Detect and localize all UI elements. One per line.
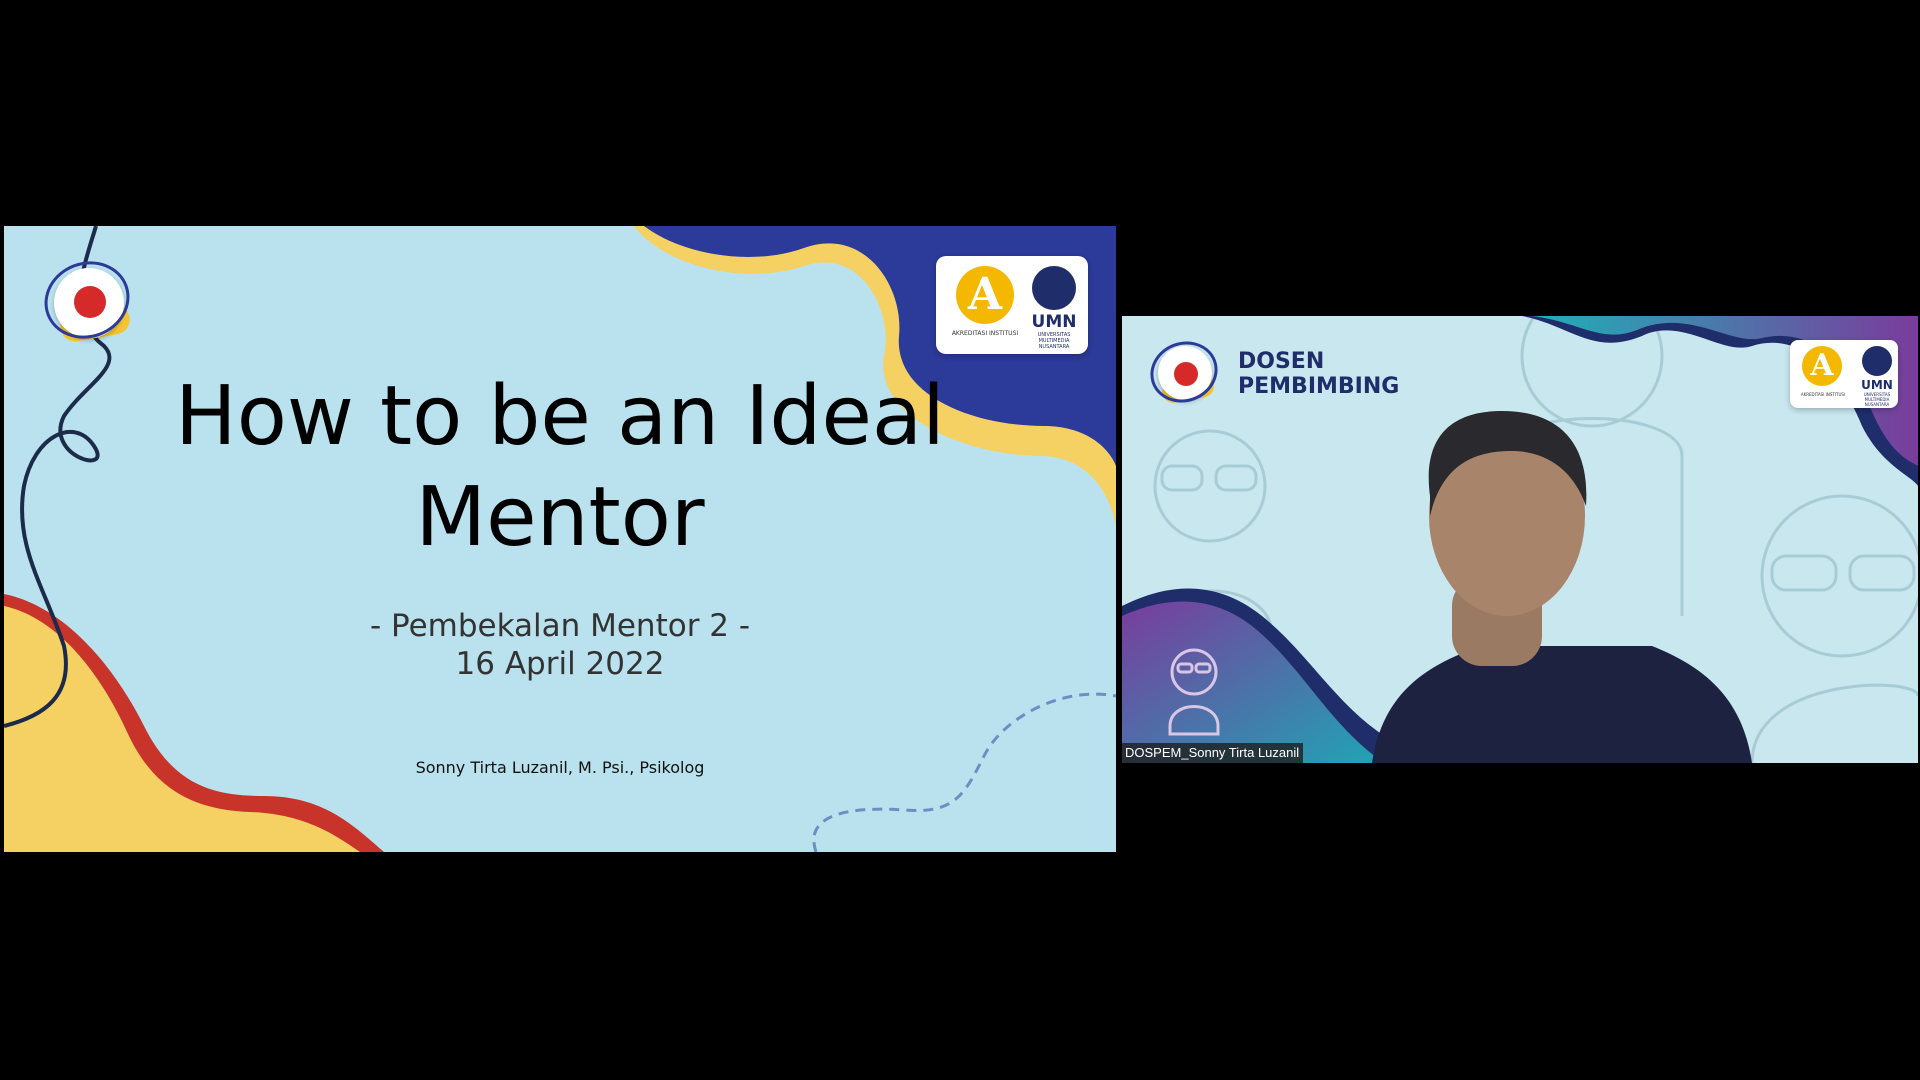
slide-presenter: Sonny Tirta Luzanil, M. Psi., Psikolog <box>415 758 705 777</box>
accreditation-label: AKREDITASI INSTITUSI <box>951 330 1019 337</box>
accreditation-badge: A <box>956 266 1014 324</box>
umn-full-name: UNIVERSITAS MULTIMEDIA NUSANTARA <box>1037 332 1071 350</box>
umn-logo-icon <box>1862 346 1892 376</box>
umn-short-name: UMN <box>1861 378 1893 392</box>
accreditation-label: AKREDITASI INSTITUSI <box>1800 392 1846 397</box>
slide-title: How to be an Ideal Mentor <box>4 366 1116 568</box>
shared-slide: A AKREDITASI INSTITUSI UMN UNIVERSITAS M… <box>4 226 1116 852</box>
umn-logo-icon <box>1032 266 1076 310</box>
umn-full-name: UNIVERSITAS MULTIMEDIA NUSANTARA <box>1863 392 1891 407</box>
background-title-line2: PEMBIMBING <box>1238 374 1400 399</box>
umn-short-name: UMN <box>1031 312 1077 332</box>
slide-date: 16 April 2022 <box>455 646 665 682</box>
participant-video-tile[interactable]: DOSEN PEMBIMBING A AKREDITASI INSTITUSI … <box>1122 316 1918 763</box>
background-title-line1: DOSEN <box>1238 349 1325 374</box>
accreditation-badge: A <box>1802 346 1842 386</box>
slide-title-line1: How to be an Ideal <box>175 369 945 464</box>
mentoring-logo <box>33 249 150 351</box>
university-badges: A AKREDITASI INSTITUSI UMN UNIVERSITAS M… <box>936 256 1088 354</box>
participant-name-label: DOSPEM_Sonny Tirta Luzanil <box>1122 743 1304 763</box>
slide-title-line2: Mentor <box>415 470 705 565</box>
background-title: DOSEN PEMBIMBING <box>1238 349 1399 399</box>
mentoring-logo <box>1141 332 1228 412</box>
university-badges: A AKREDITASI INSTITUSI UMN UNIVERSITAS M… <box>1790 340 1898 408</box>
slide-subtitle: - Pembekalan Mentor 2 - <box>369 608 751 644</box>
